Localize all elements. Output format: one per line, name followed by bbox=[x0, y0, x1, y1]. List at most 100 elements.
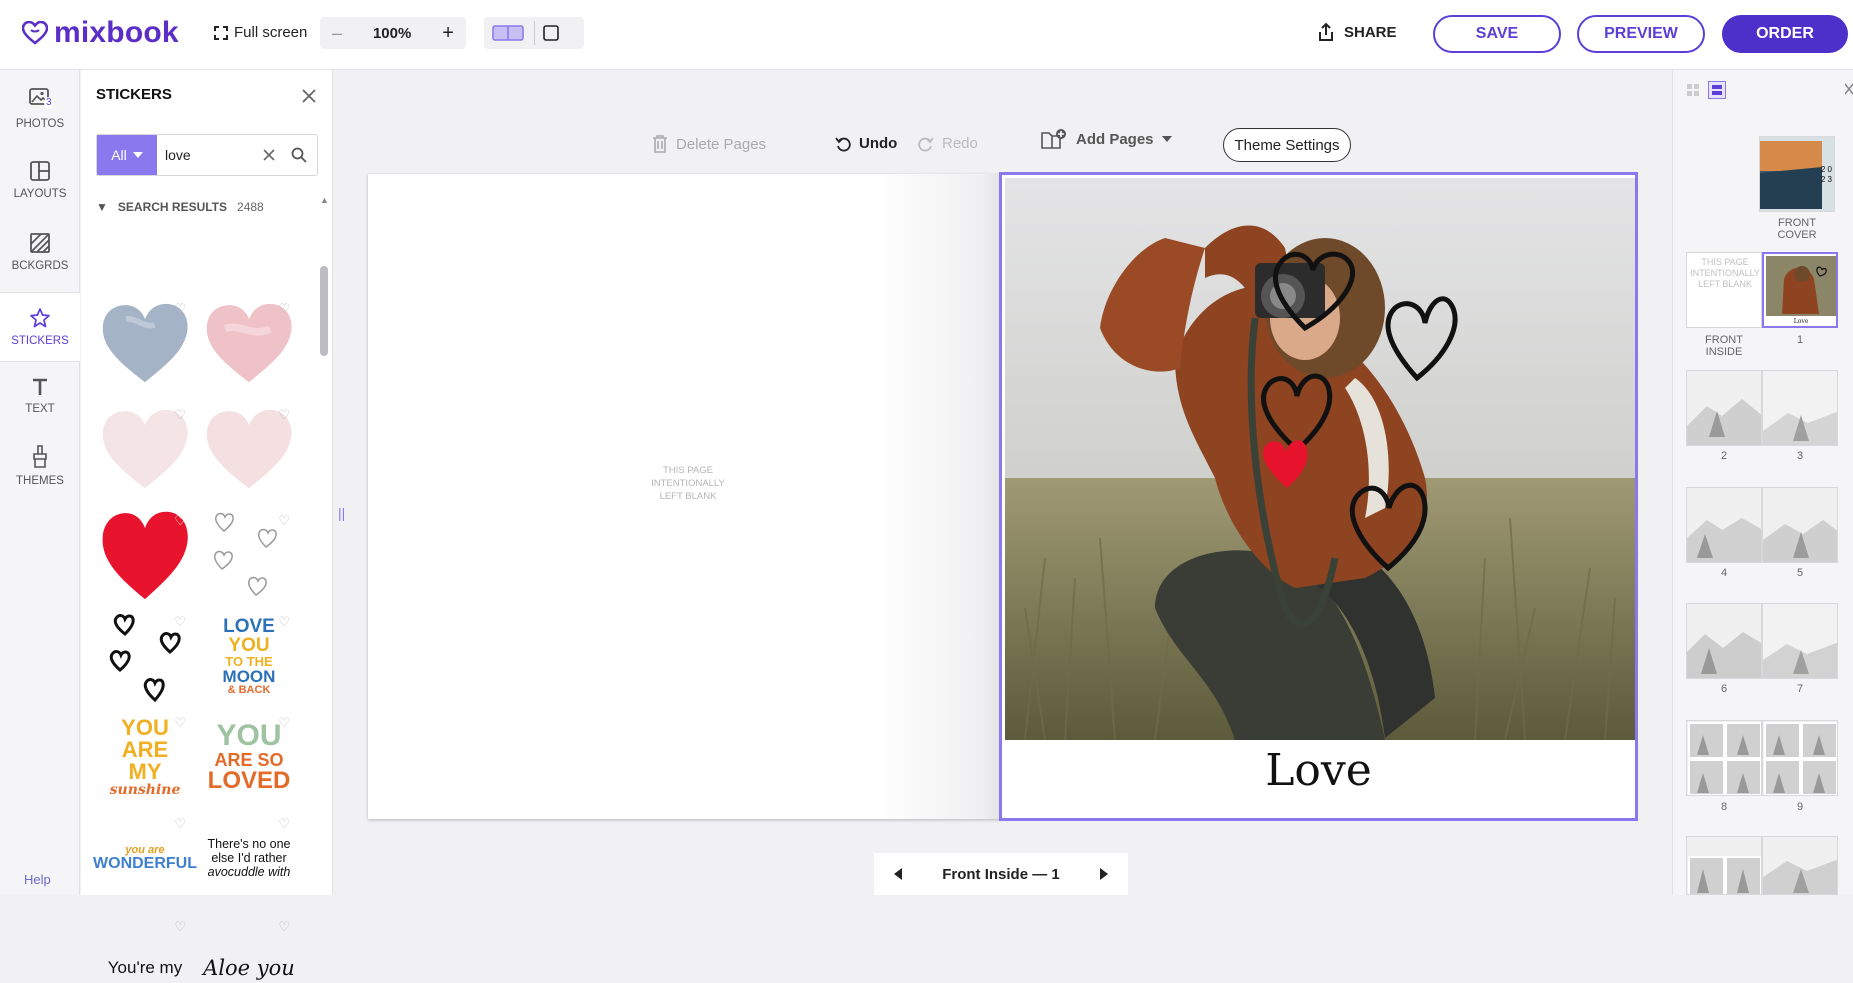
page-thumbnails-panel: 2 0 2 3 FRONT COVER THIS PAGE INTENTIONA… bbox=[1672, 70, 1853, 895]
page-caption[interactable]: Love bbox=[1002, 745, 1635, 796]
mountain-thumbnail bbox=[1687, 604, 1761, 678]
thumbnail-page-7[interactable] bbox=[1762, 603, 1838, 679]
sunshine-line-4: sunshine bbox=[109, 782, 181, 798]
sticker-you-are-wonderful[interactable]: you are WONDERFUL ♡ bbox=[93, 810, 197, 906]
sticker-aloe-you[interactable]: Aloe you ♡ bbox=[200, 913, 298, 983]
share-icon bbox=[1319, 22, 1333, 41]
thumbnail-page-6[interactable] bbox=[1686, 603, 1762, 679]
zoom-out-button[interactable]: – bbox=[332, 23, 342, 44]
previous-page-icon[interactable] bbox=[894, 868, 902, 880]
rail-item-photos[interactable]: 3 PHOTOS bbox=[0, 76, 80, 140]
favorite-heart-icon[interactable]: ♡ bbox=[174, 715, 186, 731]
close-panel-button[interactable] bbox=[301, 84, 317, 110]
favorite-heart-icon[interactable]: ♡ bbox=[174, 513, 186, 529]
favorite-heart-icon[interactable]: ♡ bbox=[174, 614, 186, 630]
mixbook-logo[interactable]: mixbook bbox=[22, 16, 179, 50]
favorite-heart-icon[interactable]: ♡ bbox=[278, 301, 290, 317]
sticker-outline-hearts[interactable]: ♡ bbox=[200, 507, 298, 603]
sticker-love-you-moon[interactable]: LOVE YOU TO THE MOON & BACK ♡ bbox=[200, 608, 298, 704]
sunshine-line-1: YOU bbox=[121, 715, 169, 740]
rail-item-text[interactable]: TEXT bbox=[0, 364, 80, 428]
filter-dropdown[interactable]: All bbox=[97, 135, 157, 175]
sticker-you-are-so-loved[interactable]: YOU ARE SO LOVED ♡ bbox=[200, 709, 298, 805]
redo-label: Redo bbox=[942, 135, 978, 152]
photo-woman-with-camera[interactable] bbox=[1005, 178, 1635, 740]
thumbnail-page-1[interactable]: Love bbox=[1762, 252, 1838, 328]
favorite-heart-icon[interactable]: ♡ bbox=[278, 715, 290, 731]
preview-button[interactable]: PREVIEW bbox=[1577, 15, 1705, 53]
thumbnail-front-inside[interactable]: THIS PAGE INTENTIONALLY LEFT BLANK bbox=[1686, 252, 1762, 328]
rail-item-stickers[interactable]: STICKERS bbox=[0, 292, 80, 362]
order-button[interactable]: ORDER bbox=[1722, 15, 1848, 53]
add-pages-button[interactable]: Add Pages bbox=[1040, 128, 1172, 150]
label-front-inside: FRONT INSIDE bbox=[1705, 334, 1743, 358]
favorite-heart-icon[interactable]: ♡ bbox=[174, 816, 186, 832]
sticker-avocuddle[interactable]: There's no one else I'd rather avocuddle… bbox=[200, 810, 298, 906]
thumbnail-page-4[interactable] bbox=[1686, 487, 1762, 563]
thumb-blank-line-3: LEFT BLANK bbox=[1698, 279, 1752, 289]
thumbnail-page-2[interactable] bbox=[1686, 370, 1762, 446]
favorite-heart-icon[interactable]: ♡ bbox=[174, 407, 186, 423]
mountain-thumbnail bbox=[1763, 837, 1837, 894]
thumbnail-page-9[interactable] bbox=[1762, 720, 1838, 796]
thumbnail-page-3[interactable] bbox=[1762, 370, 1838, 446]
delete-pages-button[interactable]: Delete Pages bbox=[652, 135, 766, 153]
add-page-icon bbox=[1041, 129, 1066, 149]
sticker-red-heart[interactable]: ♡ bbox=[96, 507, 194, 603]
panel-resize-handle[interactable]: || bbox=[338, 505, 345, 521]
collapse-caret-icon: ▼ bbox=[96, 200, 108, 214]
right-page-1[interactable]: Love bbox=[999, 172, 1638, 821]
sticker-you-are-my-sunshine[interactable]: YOU ARE MY sunshine ♡ bbox=[96, 709, 194, 805]
scroll-up-arrow[interactable]: ▲ bbox=[320, 195, 329, 205]
sticker-youre-my[interactable]: You're my ♡ bbox=[96, 913, 194, 983]
search-results-header[interactable]: ▼ SEARCH RESULTS 2488 bbox=[96, 200, 264, 214]
cover-year-line-2: 2 3 bbox=[1820, 175, 1832, 184]
left-page-front-inside[interactable]: THIS PAGE INTENTIONALLY LEFT BLANK bbox=[368, 174, 1001, 819]
share-button[interactable]: SHARE bbox=[1317, 22, 1397, 42]
undo-button[interactable]: Undo bbox=[835, 135, 897, 152]
theme-settings-button[interactable]: Theme Settings bbox=[1223, 128, 1351, 162]
sticker-pink-heart[interactable]: ♡ bbox=[200, 295, 298, 391]
love-moon-line-2: YOU bbox=[228, 634, 270, 656]
list-view-icon[interactable] bbox=[1708, 81, 1726, 99]
favorite-heart-icon[interactable]: ♡ bbox=[278, 614, 290, 630]
save-button[interactable]: SAVE bbox=[1433, 15, 1561, 53]
zoom-in-button[interactable]: + bbox=[442, 22, 454, 45]
search-input[interactable]: love bbox=[157, 147, 263, 163]
redo-icon bbox=[918, 136, 934, 151]
redo-button[interactable]: Redo bbox=[918, 135, 978, 152]
collapse-panel-icon[interactable] bbox=[1845, 82, 1853, 96]
favorite-heart-icon[interactable]: ♡ bbox=[174, 919, 186, 935]
help-link[interactable]: Help bbox=[24, 872, 51, 887]
spread-view-icon[interactable] bbox=[492, 25, 524, 41]
search-icon[interactable] bbox=[291, 147, 307, 163]
sticker-blush-heart[interactable]: ♡ bbox=[200, 401, 298, 497]
favorite-heart-icon[interactable]: ♡ bbox=[174, 301, 186, 317]
results-count: 2488 bbox=[237, 200, 264, 214]
rail-item-layouts[interactable]: LAYOUTS bbox=[0, 148, 80, 212]
thumbnail-front-cover[interactable]: 2 0 2 3 bbox=[1759, 136, 1835, 212]
panel-scrollbar-thumb[interactable] bbox=[320, 266, 328, 356]
thumbnail-page-8[interactable] bbox=[1686, 720, 1762, 796]
collage-thumbnail bbox=[1687, 837, 1761, 894]
sticker-light-pink-heart[interactable]: ♡ bbox=[96, 401, 194, 497]
panel-title: STICKERS bbox=[96, 86, 172, 103]
thumbnail-page-5[interactable] bbox=[1762, 487, 1838, 563]
fullscreen-button[interactable]: Full screen bbox=[214, 24, 307, 41]
clear-search-icon[interactable] bbox=[263, 149, 275, 161]
single-page-view-icon[interactable] bbox=[543, 25, 559, 41]
label-page-4: 4 bbox=[1720, 567, 1728, 579]
thumbnail-page-11[interactable] bbox=[1762, 836, 1838, 895]
grid-view-icon[interactable] bbox=[1685, 82, 1701, 98]
sticker-blue-heart[interactable]: ♡ bbox=[96, 295, 194, 391]
favorite-heart-icon[interactable]: ♡ bbox=[278, 919, 290, 935]
sticker-black-outline-hearts[interactable]: ♡ bbox=[96, 608, 194, 704]
rail-item-backgrounds[interactable]: BCKGRDS bbox=[0, 220, 80, 284]
next-page-icon[interactable] bbox=[1099, 868, 1108, 880]
favorite-heart-icon[interactable]: ♡ bbox=[278, 513, 290, 529]
caret-down-icon bbox=[132, 152, 143, 158]
rail-item-themes[interactable]: THEMES bbox=[0, 434, 80, 498]
favorite-heart-icon[interactable]: ♡ bbox=[278, 407, 290, 423]
thumbnail-page-10[interactable] bbox=[1686, 836, 1762, 895]
favorite-heart-icon[interactable]: ♡ bbox=[278, 816, 290, 832]
